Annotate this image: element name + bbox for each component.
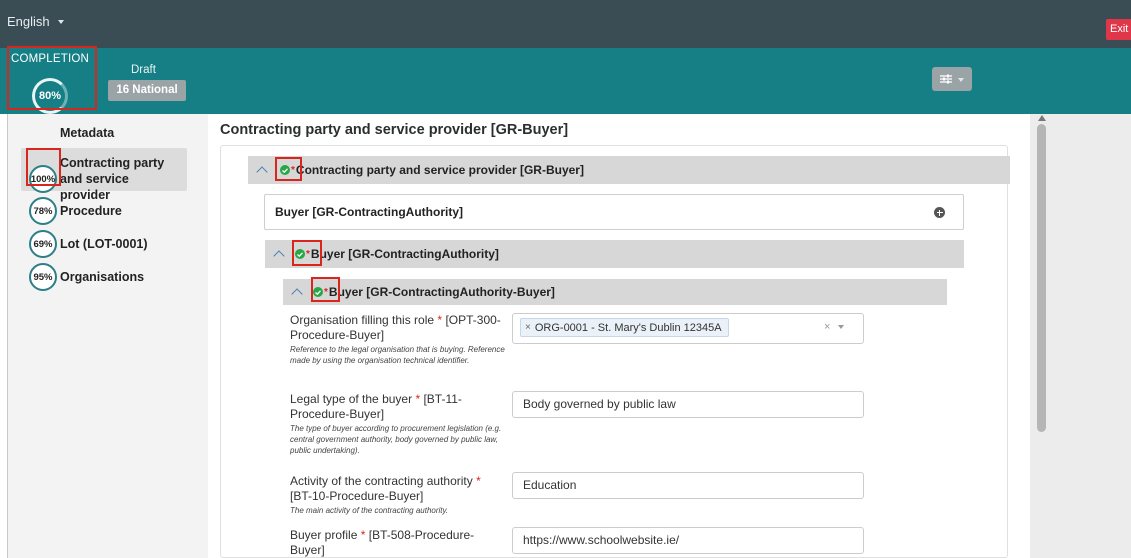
exit-button[interactable]: Exit (1106, 19, 1131, 40)
top-bar (0, 0, 1131, 48)
settings-dropdown-button[interactable] (932, 67, 972, 91)
chevron-up-icon[interactable] (256, 166, 268, 178)
required-marker: * (476, 474, 481, 488)
required-marker: * (415, 392, 421, 406)
chevron-down-icon (57, 20, 64, 24)
chevron-down-icon[interactable] (838, 325, 845, 329)
collapsed-buyer-row[interactable]: Buyer [GR-ContractingAuthority] (264, 194, 964, 230)
field-label: Buyer profile (290, 528, 358, 542)
status-highlight-box (311, 277, 340, 302)
field-buyer-profile: Buyer profile * [BT-508-Procedure-Buyer] (290, 528, 505, 558)
field-legal-type-buyer: Legal type of the buyer * [BT-11-Procedu… (290, 392, 505, 456)
required-marker: * (360, 528, 366, 542)
section-header-contracting-authority-buyer[interactable]: * Buyer [GR-ContractingAuthority-Buyer] (283, 279, 947, 305)
field-activity-contracting-authority: Activity of the contracting authority * … (290, 474, 505, 516)
status-highlight-box (275, 157, 302, 181)
field-label: Legal type of the buyer (290, 392, 413, 406)
field-description: The type of buyer according to procureme… (290, 424, 502, 455)
field-label: Organisation filling this role (290, 313, 435, 327)
chevron-up-icon[interactable] (273, 250, 285, 262)
sidebar-item-label: Procedure (60, 204, 122, 218)
field-organisation-filling-role: Organisation filling this role * [OPT-30… (290, 313, 505, 366)
legal-type-input[interactable]: Body governed by public law (512, 391, 864, 418)
select-controls[interactable]: × (824, 321, 845, 333)
required-marker: * (437, 313, 443, 327)
section-header-gr-buyer[interactable]: * Contracting party and service provider… (248, 156, 1010, 184)
selected-organisation-tag[interactable]: × ORG-0001 - St. Mary's Dublin 12345A (520, 318, 729, 337)
section-title: Buyer [GR-ContractingAuthority] (310, 247, 499, 261)
field-code: [BT-10-Procedure-Buyer] (290, 489, 424, 503)
add-circle-icon[interactable] (934, 207, 945, 218)
section-title: Contracting party and service provider [… (295, 163, 584, 177)
sidebar-item-label: Organisations (60, 270, 145, 284)
section-title: Buyer [GR-ContractingAuthority-Buyer] (328, 285, 555, 299)
sidebar-item-label: Lot (LOT-0001) (60, 237, 148, 251)
sidebar-item-lot[interactable]: 69% Lot (LOT-0001) (29, 230, 148, 258)
sidebar-item-progress: 78% (29, 197, 57, 225)
completion-highlight-box (7, 46, 97, 110)
activity-input[interactable]: Education (512, 472, 864, 499)
sidebar-item-progress: 69% (29, 230, 57, 258)
field-description: The main activity of the contracting aut… (290, 506, 449, 515)
sidebar-item-label: Contracting party and service provider (60, 156, 165, 202)
remove-tag-icon[interactable]: × (525, 322, 531, 333)
page-title: Contracting party and service provider [… (220, 122, 569, 138)
selected-organisation-value: ORG-0001 - St. Mary's Dublin 12345A (534, 321, 722, 334)
scroll-up-arrow-icon[interactable] (1038, 115, 1046, 121)
section-header-contracting-authority[interactable]: * Buyer [GR-ContractingAuthority] (265, 240, 964, 268)
sidebar-item-progress: 95% (29, 263, 57, 291)
scrollbar-thumb[interactable] (1037, 124, 1046, 432)
clear-selection-icon[interactable]: × (824, 321, 830, 333)
buyer-profile-input[interactable]: https://www.schoolwebsite.ie/ (512, 527, 864, 554)
sidebar-item-organisations[interactable]: 95% Organisations (29, 263, 144, 291)
status-highlight-box (292, 240, 322, 266)
sidebar-item-highlight-box (26, 148, 61, 186)
chevron-up-icon[interactable] (291, 288, 303, 300)
status-label: Draft (131, 64, 156, 76)
field-label: Activity of the contracting authority (290, 474, 473, 488)
notice-type-badge: 16 National (108, 80, 186, 101)
sliders-icon (940, 74, 952, 84)
sidebar-item-procedure[interactable]: 78% Procedure (29, 197, 122, 225)
language-selector[interactable]: English (7, 14, 64, 29)
row-title: Buyer [GR-ContractingAuthority] (275, 205, 463, 219)
language-label: English (7, 14, 50, 29)
chevron-down-icon (958, 77, 964, 82)
sidebar-title: Metadata (60, 126, 115, 140)
field-description: Reference to the legal organisation that… (290, 345, 505, 365)
